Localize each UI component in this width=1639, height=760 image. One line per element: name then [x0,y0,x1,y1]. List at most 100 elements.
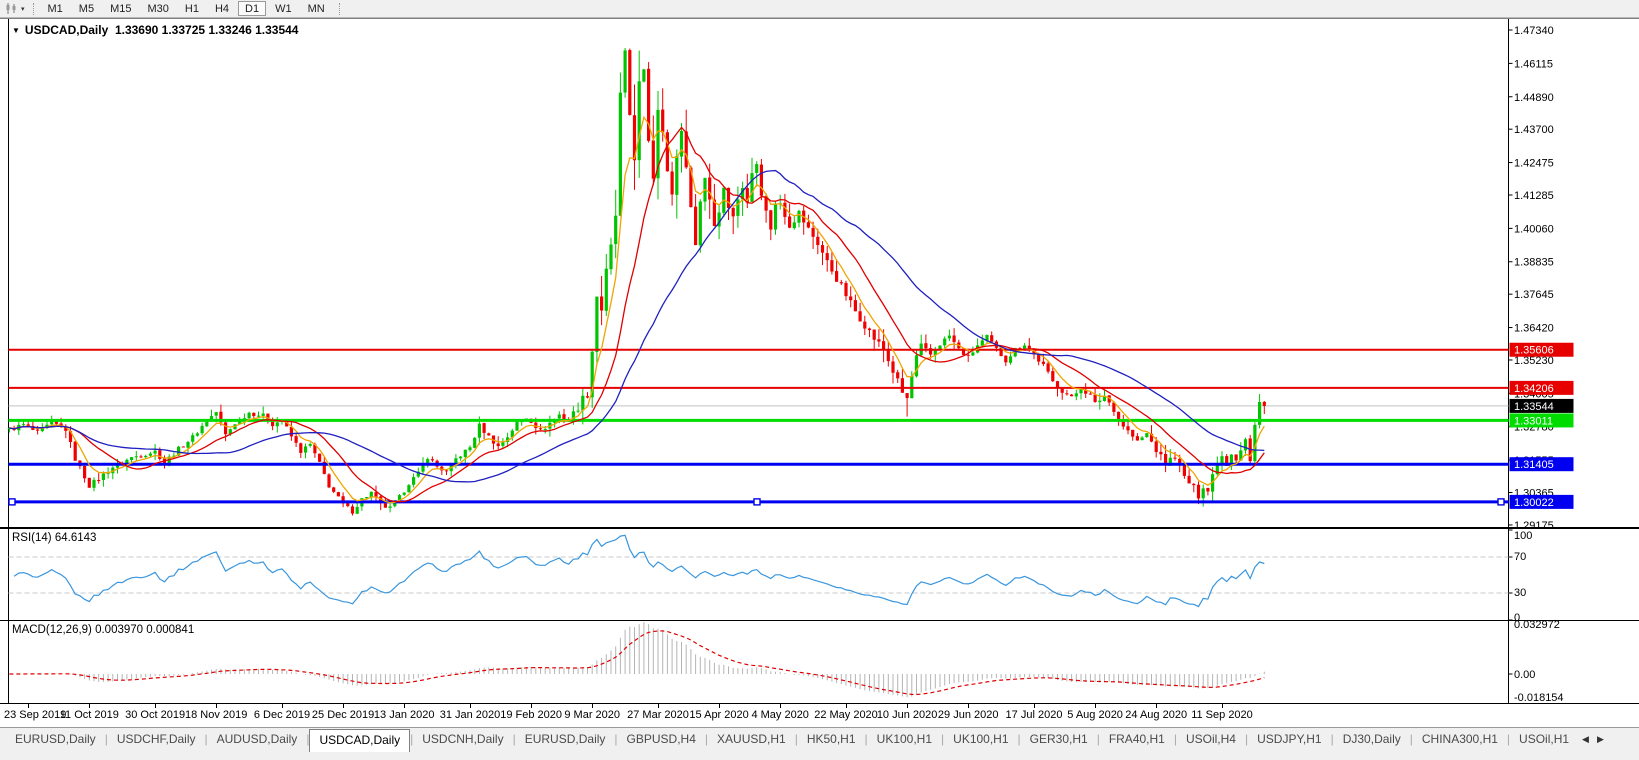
date-label: 17 Jul 2020 [1006,709,1063,721]
candle [1206,488,1209,492]
chart-tab-uk100-9[interactable]: UK100,H1 [868,729,941,751]
chart-tab-hk50-8[interactable]: HK50,H1 [798,729,865,751]
candle [182,446,185,447]
candle [483,423,486,433]
chart-menu-caret-icon[interactable]: ▼ [12,26,20,35]
chart-tab-usdjpy-14[interactable]: USDJPY,H1 [1248,729,1330,751]
candle [1126,426,1129,430]
date-label: 23 Sep 2019 [4,709,66,721]
timeframe-button-w1[interactable]: W1 [268,1,299,16]
candle [699,202,702,246]
line-selection-handle[interactable] [754,499,760,505]
chart-tab-usdchf-1[interactable]: USDCHF,Daily [108,729,205,751]
candle [468,447,471,450]
candle [877,339,880,341]
candle [624,50,627,92]
macd-signal-line [9,631,1264,695]
chart-tab-eurusd-0[interactable]: EURUSD,Daily [6,729,105,751]
candle [830,260,833,271]
candle [1136,436,1139,440]
chart-tab-fra40-12[interactable]: FRA40,H1 [1100,729,1174,751]
candle [332,487,335,491]
candle [144,456,147,457]
chart-tab-eurusd-5[interactable]: EURUSD,Daily [516,729,615,751]
price-tick-label: 1.47340 [1514,25,1554,37]
chart-tab-usdcnh-4[interactable]: USDCNH,Daily [413,729,512,751]
date-tick [531,704,532,708]
macd-axis-label: 0.032972 [1514,620,1560,631]
timeframe-button-m15[interactable]: M15 [103,1,138,16]
date-label: 5 Aug 2020 [1067,709,1123,721]
candle [652,140,655,178]
chart-tab-usoil-17[interactable]: USOil,H1 [1510,729,1578,751]
candle [953,336,956,342]
tab-scroll-left-button[interactable]: ◀ [1578,729,1593,745]
chart-tab-gbpusd-6[interactable]: GBPUSD,H4 [618,729,705,751]
candle [666,132,669,171]
candle [539,428,542,429]
timeframe-button-m5[interactable]: M5 [72,1,101,16]
candle [859,311,862,321]
candle [1145,433,1148,437]
timeframe-button-d1[interactable]: D1 [238,1,266,16]
candle [464,450,467,457]
price-tick-label: 1.41285 [1514,190,1554,202]
line-selection-handle[interactable] [1498,499,1504,505]
candle [154,451,157,454]
candle [88,478,91,488]
chart-tab-china300-16[interactable]: CHINA300,H1 [1413,729,1507,751]
date-tick [719,704,720,708]
date-tick [780,704,781,708]
rsi-axis-label: 30 [1514,587,1526,599]
chart-menu-button[interactable]: ▾ [5,2,25,15]
date-tick [1222,704,1223,708]
candle [863,322,866,329]
timeframe-button-mn[interactable]: MN [301,1,332,16]
candle [1188,476,1191,484]
candle [544,429,547,430]
timeframe-button-h4[interactable]: H4 [208,1,236,16]
macd-indicator-pane[interactable]: 0.0329720.00-0.018154 [0,620,1639,703]
moving-average-line [9,127,1264,501]
chart-tab-xauusd-7[interactable]: XAUUSD,H1 [708,729,795,751]
candle [356,507,359,514]
chart-tab-usoil-13[interactable]: USOil,H4 [1177,729,1245,751]
candle [605,269,608,311]
main-chart-pane[interactable]: 1.473401.461151.448901.437001.424751.412… [0,18,1639,528]
chart-tab-usdcad-3[interactable]: USDCAD,Daily [309,729,410,752]
date-tick [89,704,90,708]
tab-scroll-right-button[interactable]: ▶ [1593,729,1608,745]
toolbar-grip [33,3,34,15]
candle [1004,356,1007,363]
chart-tab-uk100-10[interactable]: UK100,H1 [944,729,1017,751]
chart-tab-ger30-11[interactable]: GER30,H1 [1021,729,1097,751]
candle [769,210,772,229]
date-label: 9 Mar 2020 [564,709,620,721]
line-selection-handle[interactable] [9,499,15,505]
candle [854,300,857,311]
candle [139,456,142,457]
candle [389,506,392,507]
date-axis[interactable]: 23 Sep 201911 Oct 201930 Oct 201918 Nov … [0,703,1639,727]
date-tick [28,704,29,708]
candle [478,424,481,438]
candle [515,422,518,431]
timeframe-button-m1[interactable]: M1 [41,1,70,16]
candlestick-chart-icon [5,2,19,15]
date-tick [343,704,344,708]
candle [309,444,312,446]
chevron-down-icon: ▾ [21,5,25,13]
candle [22,424,25,425]
candle [201,426,204,433]
candle [562,414,565,419]
rsi-indicator-pane[interactable]: 10070300 [0,528,1639,620]
timeframe-button-h1[interactable]: H1 [178,1,206,16]
chart-tab-audusd-2[interactable]: AUDUSD,Daily [208,729,307,751]
date-tick [968,704,969,708]
candle [595,297,598,352]
timeframe-button-m30[interactable]: M30 [140,1,175,16]
candle [849,296,852,300]
price-level-label-text: 1.30022 [1514,497,1554,509]
chart-tab-dj30-15[interactable]: DJ30,Daily [1334,729,1410,751]
candle [97,480,100,481]
